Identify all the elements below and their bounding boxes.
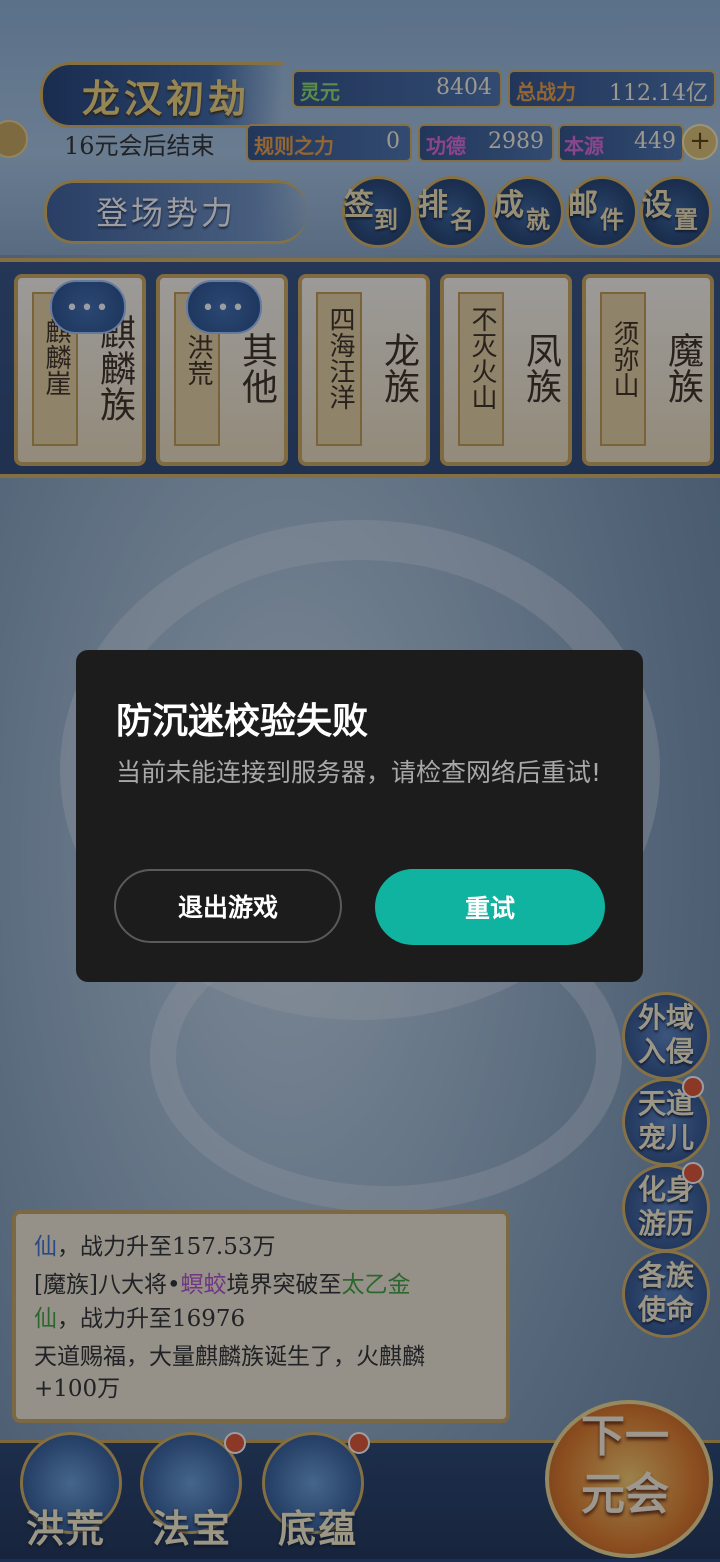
dialog-title: 防沉迷校验失败 xyxy=(116,701,369,742)
exit-game-button[interactable]: 退出游戏 xyxy=(114,869,342,943)
retry-button[interactable]: 重试 xyxy=(375,869,605,945)
dialog-message: 当前未能连接到服务器，请检查网络后重试! xyxy=(116,758,602,787)
anti-addiction-dialog: 防沉迷校验失败 当前未能连接到服务器，请检查网络后重试! 退出游戏 重试 xyxy=(76,650,643,982)
